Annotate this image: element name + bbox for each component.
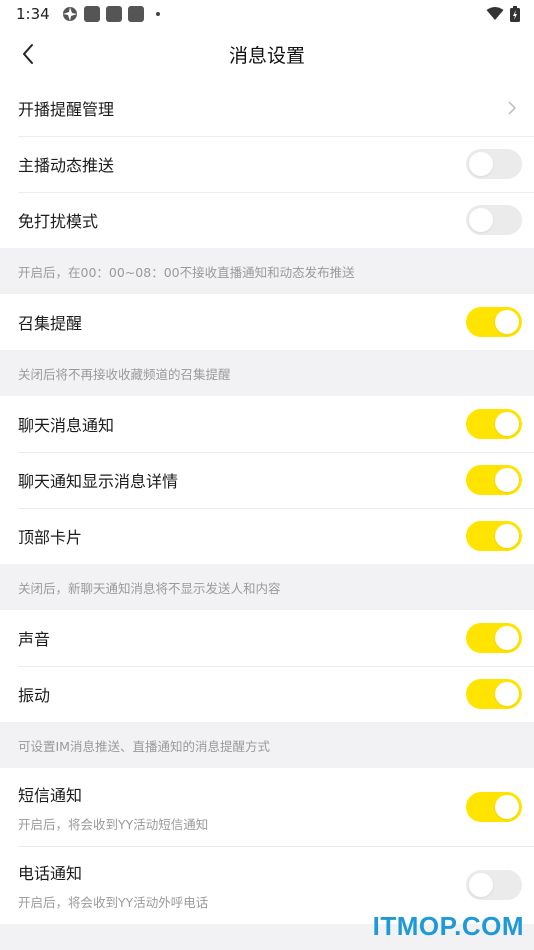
aperture-icon: [62, 7, 77, 21]
alert-settings-note: 可设置IM消息推送、直播通知的消息提醒方式: [18, 738, 270, 754]
row-label: 电话通知: [18, 863, 83, 883]
back-button[interactable]: [10, 36, 46, 72]
chevron-right-icon: [502, 98, 522, 118]
notification-icons: [62, 6, 160, 22]
chat-settings-note: 关闭后，新聊天通知消息将不显示发送人和内容: [18, 580, 281, 596]
external-notification-section: 短信通知 开启后，将会收到YY活动短信通知 电话通知 开启后，将会收到YY活动外…: [0, 768, 534, 924]
do-not-disturb-row: 免打扰模式: [0, 192, 534, 248]
status-bar: 1:34: [0, 0, 534, 28]
gather-reminder-toggle[interactable]: [466, 307, 522, 337]
chat-message-notification-row: 聊天消息通知: [0, 396, 534, 452]
row-label: 聊天通知显示消息详情: [18, 472, 179, 491]
vibration-toggle[interactable]: [466, 679, 522, 709]
row-label: 免打扰模式: [18, 212, 99, 231]
gather-settings-section: 召集提醒: [0, 294, 534, 350]
chat-notification-details-toggle[interactable]: [466, 465, 522, 495]
alert-settings-section: 声音 振动: [0, 610, 534, 722]
row-label: 开播提醒管理: [18, 100, 115, 119]
status-time: 1:34: [16, 5, 50, 23]
sms-notification-toggle[interactable]: [466, 792, 522, 822]
watermark-logo: ITMOP.COM: [372, 911, 524, 941]
row-description: 开启后，将会收到YY活动外呼电话: [18, 894, 209, 910]
more-notifications-dot-icon: [155, 12, 160, 16]
chat-message-notification-toggle[interactable]: [466, 409, 522, 439]
chat-notification-details-row: 聊天通知显示消息详情: [0, 452, 534, 508]
anchor-dynamic-push-toggle[interactable]: [466, 149, 522, 179]
app-notification-icon: [83, 6, 100, 22]
anchor-dynamic-push-row: 主播动态推送: [0, 136, 534, 192]
battery-icon: [510, 6, 520, 22]
page-title: 消息设置: [228, 44, 305, 67]
back-arrow-icon: [23, 44, 33, 64]
sound-row: 声音: [0, 610, 534, 666]
app-notification-icon: [127, 6, 144, 22]
gather-reminder-row: 召集提醒: [0, 294, 534, 350]
row-label: 声音: [18, 630, 51, 649]
vibration-row: 振动: [0, 666, 534, 722]
sms-notification-row: 短信通知 开启后，将会收到YY活动短信通知: [0, 768, 534, 846]
row-label: 振动: [18, 686, 51, 705]
do-not-disturb-note: 开启后，在00：00~08：00不接收直播通知和动态发布推送: [18, 264, 355, 280]
chat-settings-section: 聊天消息通知 聊天通知显示消息详情 顶部卡片: [0, 396, 534, 564]
row-label: 聊天消息通知: [18, 416, 115, 435]
row-description: 开启后，将会收到YY活动短信通知: [18, 816, 209, 832]
live-reminder-management-row[interactable]: 开播提醒管理: [0, 80, 534, 136]
row-label: 短信通知: [18, 785, 83, 805]
top-card-toggle[interactable]: [466, 521, 522, 551]
top-card-row: 顶部卡片: [0, 508, 534, 564]
row-label: 召集提醒: [18, 314, 83, 333]
sound-toggle[interactable]: [466, 623, 522, 653]
title-bar: 消息设置: [0, 28, 534, 80]
gather-reminder-note: 关闭后将不再接收收藏频道的召集提醒: [18, 366, 231, 382]
app-notification-icon: [105, 6, 122, 22]
row-label: 顶部卡片: [18, 528, 83, 547]
row-label: 主播动态推送: [18, 156, 115, 175]
live-settings-section: 开播提醒管理 主播动态推送 免打扰模式: [0, 80, 534, 248]
phone-notification-toggle[interactable]: [466, 870, 522, 900]
wifi-icon: [486, 7, 504, 20]
do-not-disturb-toggle[interactable]: [466, 205, 522, 235]
